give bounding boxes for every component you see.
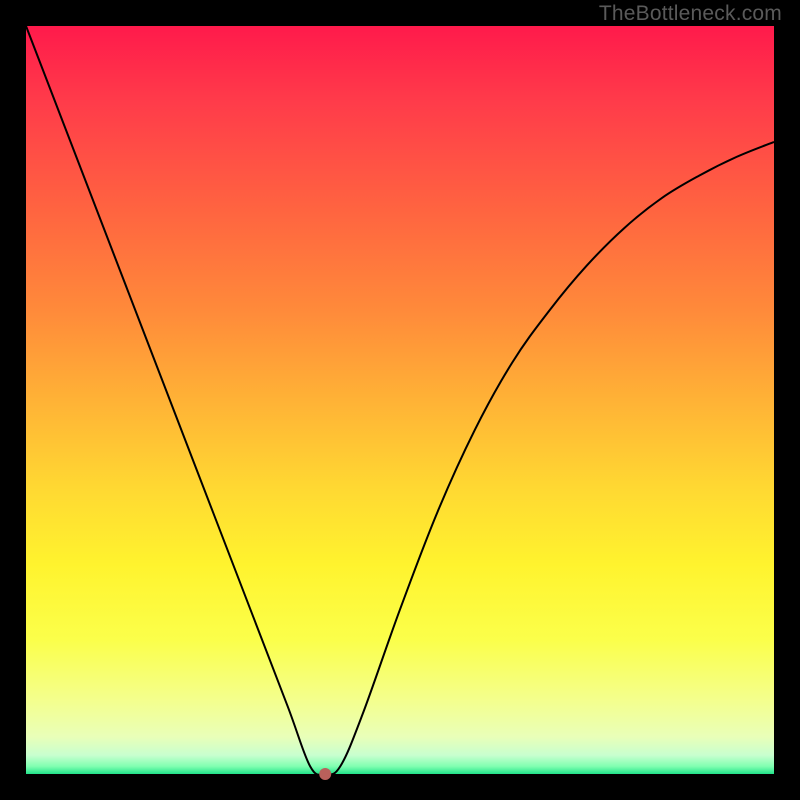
watermark-text: TheBottleneck.com <box>599 2 782 26</box>
curve-svg <box>26 26 774 774</box>
optimum-marker <box>319 768 331 780</box>
chart-frame: TheBottleneck.com <box>0 0 800 800</box>
plot-area <box>26 26 774 774</box>
bottleneck-curve <box>26 26 774 775</box>
